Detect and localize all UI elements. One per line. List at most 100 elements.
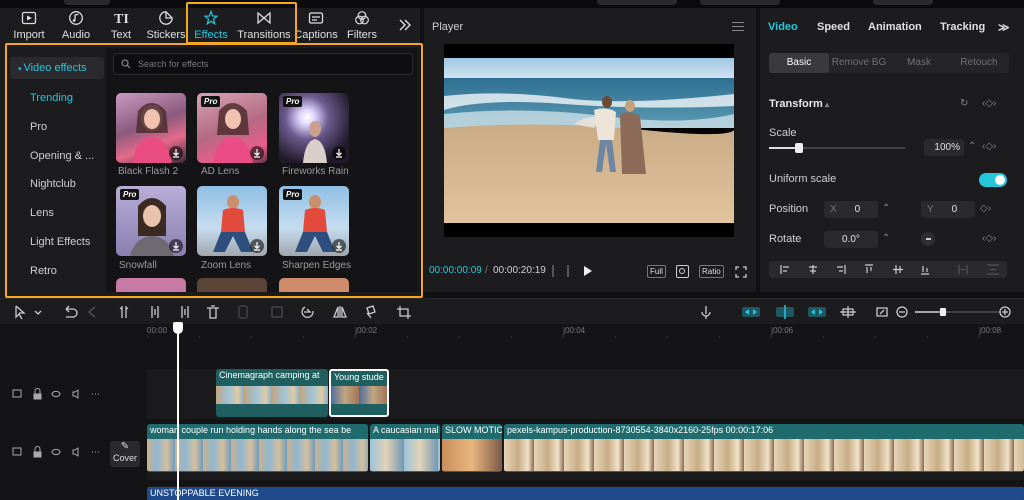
- clip-text[interactable]: UNSTOPPABLE EVENING: [147, 487, 1024, 500]
- effect-card-snowfall[interactable]: Pro: [116, 186, 186, 256]
- effect-label: Zoom Lens: [201, 260, 252, 271]
- clip-main-2[interactable]: A caucasian mal: [370, 424, 440, 472]
- menu-icon[interactable]: [732, 22, 744, 31]
- clip-overlay-2-selected[interactable]: Young stude: [329, 369, 389, 417]
- effect-card-black-flash-2[interactable]: [116, 93, 186, 163]
- stickers-icon: [159, 11, 173, 25]
- playhead-handle[interactable]: [173, 322, 183, 334]
- tab-video[interactable]: Video: [768, 21, 798, 33]
- position-y-field[interactable]: Y0: [921, 201, 975, 218]
- uniform-scale-toggle[interactable]: [979, 173, 1007, 187]
- rotate-dial[interactable]: [921, 232, 935, 246]
- cover-button[interactable]: ✎ Cover: [110, 441, 140, 467]
- fullscreen-icon[interactable]: [735, 266, 747, 278]
- full-button[interactable]: Full: [647, 265, 666, 278]
- tab-tracking[interactable]: Tracking: [940, 21, 985, 33]
- undo-button[interactable]: [58, 299, 80, 325]
- tab-audio[interactable]: Audio: [56, 8, 96, 44]
- timeline-ruler[interactable]: 00:00 |00:02 |00:04 |00:06 |00:08: [147, 324, 1024, 338]
- category-lens[interactable]: Lens: [10, 202, 104, 224]
- tab-animation[interactable]: Animation: [868, 21, 922, 33]
- download-icon[interactable]: [250, 239, 264, 253]
- download-icon[interactable]: [332, 146, 346, 160]
- keyframe-nav-icon[interactable]: ‹◇›: [982, 141, 996, 152]
- playhead[interactable]: [177, 322, 179, 500]
- category-header-video-effects[interactable]: ▾ Video effects: [10, 57, 104, 79]
- zoom-fit-icon[interactable]: [676, 265, 689, 278]
- clip-main-1[interactable]: woman couple run holding hands along the…: [147, 424, 368, 472]
- tab-effects[interactable]: Effects: [191, 8, 231, 44]
- toolbar-more-button[interactable]: [394, 8, 416, 44]
- tab-import-label: Import: [13, 29, 45, 41]
- effect-card-partial[interactable]: [116, 278, 186, 292]
- download-icon[interactable]: [250, 146, 264, 160]
- effect-label: AD Lens: [201, 166, 240, 177]
- scale-slider-track[interactable]: [769, 147, 905, 149]
- tab-stickers[interactable]: Stickers: [146, 8, 186, 44]
- properties-panel: Video Speed Animation Tracking ≫ Basic R…: [760, 8, 1024, 292]
- download-icon[interactable]: [169, 239, 183, 253]
- keyframe-nav-icon[interactable]: ◇›: [980, 203, 991, 214]
- effect-card-ad-lens[interactable]: Pro: [197, 93, 267, 163]
- tab-transitions[interactable]: Transitions: [236, 8, 292, 44]
- stepper-icon[interactable]: ⌃: [882, 203, 890, 214]
- subtab-retouch[interactable]: Retouch: [949, 53, 1009, 73]
- timeline-zoom-slider[interactable]: [913, 303, 997, 321]
- filters-icon: [355, 11, 369, 25]
- category-trending[interactable]: Trending: [10, 87, 104, 109]
- waveform-icon[interactable]: [552, 265, 569, 277]
- effect-card-sharpen-edges[interactable]: Pro: [279, 186, 349, 256]
- tab-text[interactable]: TI Text: [104, 8, 138, 44]
- keyframe-nav-icon[interactable]: ‹◇›: [982, 98, 996, 109]
- align-center-v-icon: [893, 265, 903, 274]
- reset-icon[interactable]: ↻: [960, 98, 968, 109]
- play-button[interactable]: [584, 266, 592, 276]
- effect-card-partial[interactable]: [197, 278, 267, 292]
- keyframe-nav-icon[interactable]: ‹◇›: [982, 233, 996, 244]
- category-nightclub[interactable]: Nightclub: [10, 173, 104, 195]
- scale-value-field[interactable]: 100%: [924, 139, 964, 156]
- redo-button[interactable]: [84, 299, 102, 325]
- effect-label: Black Flash 2: [118, 166, 179, 177]
- effect-card-partial[interactable]: [279, 278, 349, 292]
- subtab-basic[interactable]: Basic: [769, 53, 829, 73]
- clip-main-3[interactable]: SLOW MOTIC: [442, 424, 502, 472]
- align-right-icon: [837, 265, 846, 274]
- video-preview[interactable]: [444, 44, 734, 237]
- effects-category-list: ▾ Video effects Trending Pro Opening & .…: [10, 48, 104, 292]
- record-voice-button[interactable]: [696, 299, 716, 325]
- download-icon[interactable]: [169, 146, 183, 160]
- position-x-field[interactable]: X0: [824, 201, 878, 218]
- current-time: 00:00:00:09: [429, 265, 482, 276]
- scale-label: Scale: [769, 127, 797, 139]
- effect-card-fireworks-rain[interactable]: Pro: [279, 93, 349, 163]
- x-value: 0: [854, 204, 861, 215]
- clip-main-4[interactable]: pexels-kampus-production-8730554-3840x21…: [504, 424, 1024, 472]
- tab-captions[interactable]: Captions: [294, 8, 338, 44]
- stepper-icon[interactable]: ⌃: [882, 233, 890, 244]
- clip-label: Cinemagraph camping at: [219, 370, 320, 380]
- tab-import[interactable]: Import: [9, 8, 49, 44]
- category-opening[interactable]: Opening & ...: [10, 145, 104, 167]
- delete-button[interactable]: [200, 299, 222, 325]
- time-separator: /: [485, 265, 488, 276]
- ratio-button[interactable]: Ratio: [699, 265, 724, 278]
- category-pro[interactable]: Pro: [10, 116, 104, 138]
- subtab-remove-bg[interactable]: Remove BG: [829, 53, 889, 73]
- clip-overlay-1[interactable]: Cinemagraph camping at: [216, 369, 328, 417]
- panel-more-icon[interactable]: ≫: [998, 21, 1010, 34]
- stepper-icon[interactable]: ⌃: [968, 141, 976, 152]
- tab-filters[interactable]: Filters: [343, 8, 381, 44]
- search-input[interactable]: Search for effects: [113, 53, 413, 75]
- tab-speed[interactable]: Speed: [817, 21, 850, 33]
- split-button[interactable]: [114, 299, 136, 325]
- split-left-icon: [151, 306, 159, 318]
- text-icon: TI: [114, 12, 129, 26]
- rotate-field[interactable]: 0.0°: [824, 231, 878, 248]
- download-icon[interactable]: [332, 239, 346, 253]
- effect-card-zoom-lens[interactable]: [197, 186, 267, 256]
- subtab-mask[interactable]: Mask: [889, 53, 949, 73]
- category-light-effects[interactable]: Light Effects: [10, 231, 104, 253]
- category-retro[interactable]: Retro: [10, 260, 104, 282]
- scale-slider-handle[interactable]: [795, 143, 803, 153]
